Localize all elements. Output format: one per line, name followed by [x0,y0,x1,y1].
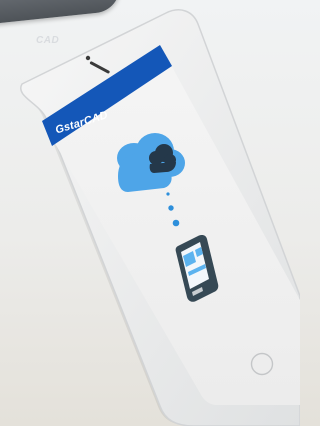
phone-mockup [0,0,300,426]
phone-svg [20,9,300,426]
front-camera [85,55,91,61]
